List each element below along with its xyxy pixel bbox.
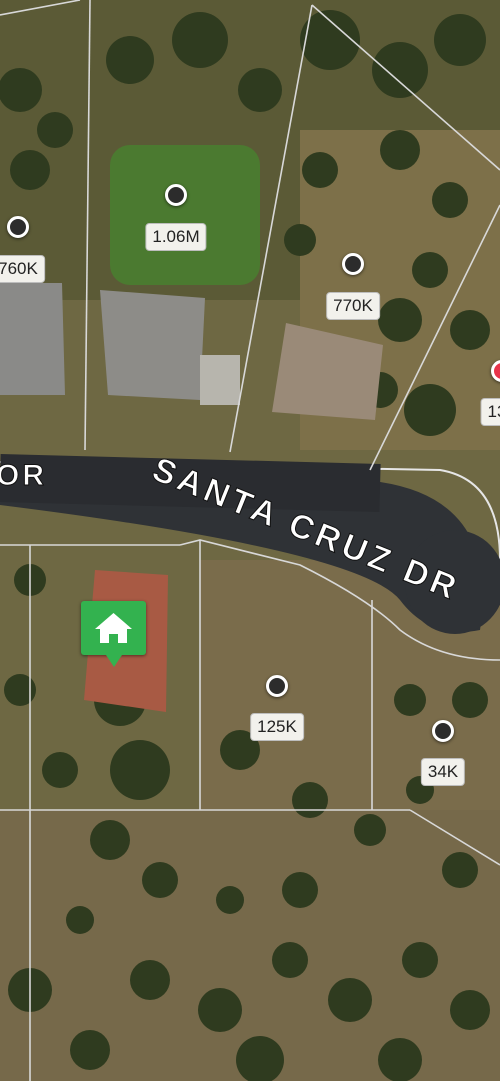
house-icon [95, 613, 132, 643]
price-label[interactable]: 1.06M [145, 223, 207, 251]
price-label[interactable]: 34K [420, 758, 466, 786]
map-view[interactable]: OR SANTA CRUZ DR 760K 1.06M 770K 13 125K… [0, 0, 500, 1081]
home-marker[interactable] [81, 601, 146, 667]
price-label[interactable]: 125K [250, 713, 304, 741]
parcel-marker[interactable] [7, 216, 29, 238]
parcel-marker[interactable] [266, 675, 288, 697]
price-label[interactable]: 770K [326, 292, 380, 320]
price-label[interactable]: 13 [480, 398, 500, 426]
price-label[interactable]: 760K [0, 255, 45, 283]
street-name-fragment: OR [0, 459, 47, 492]
parcel-marker[interactable] [432, 720, 454, 742]
satellite-imagery: OR SANTA CRUZ DR [0, 0, 500, 1081]
parcel-marker[interactable] [165, 184, 187, 206]
parcel-marker[interactable] [342, 253, 364, 275]
